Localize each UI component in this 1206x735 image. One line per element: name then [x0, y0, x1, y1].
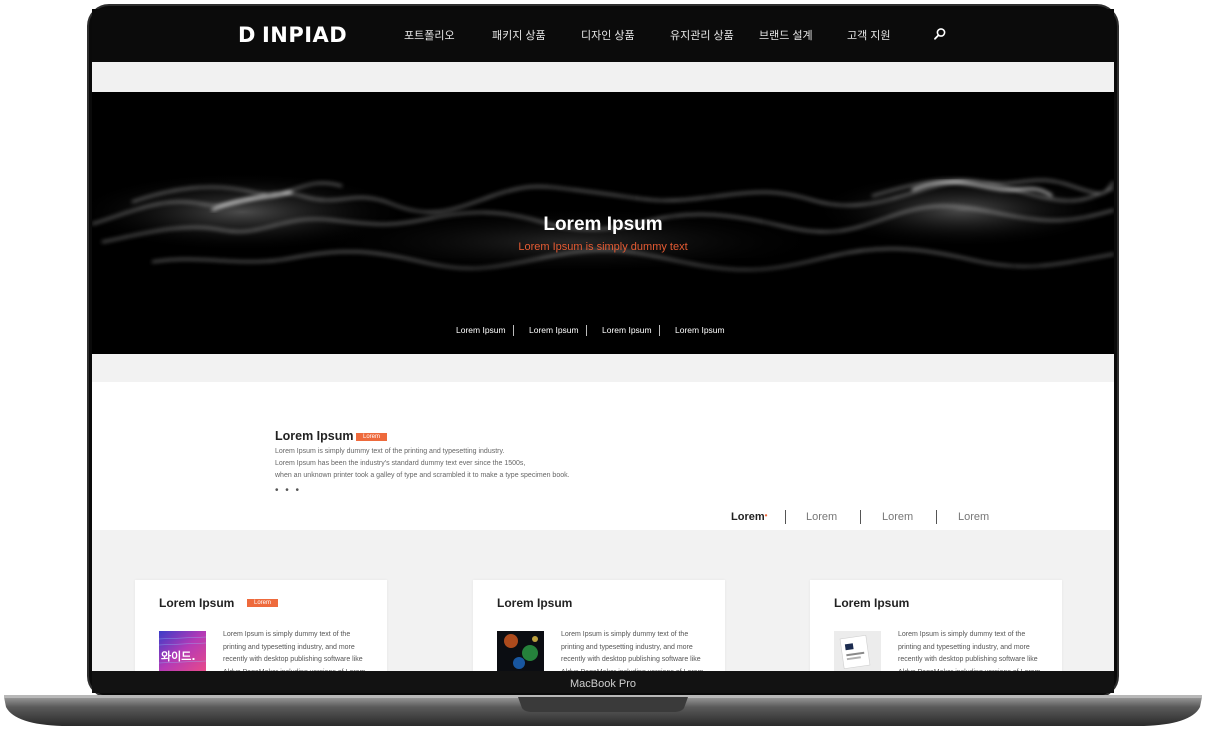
hero-banner: Lorem Ipsum Lorem Ipsum is simply dummy …	[92, 92, 1114, 354]
tab-label: Lorem	[731, 511, 765, 523]
hero-subtitle: Lorem Ipsum is simply dummy text	[518, 241, 688, 253]
nav-item-portfolio[interactable]: 포트폴리오	[404, 27, 455, 43]
nav-item-support[interactable]: 고객 지원	[847, 27, 891, 43]
cards-section: Lorem Ipsum Lorem 와이드. Lorem Ipsum is si…	[92, 530, 1114, 671]
card-thumbnail[interactable]	[497, 631, 544, 671]
tab-3[interactable]: Lorem	[882, 511, 913, 523]
intro-badge: Lorem	[356, 433, 388, 441]
card-thumbnail[interactable]: 와이드.	[159, 631, 206, 671]
intro-text-line: when an unknown printer took a galley of…	[275, 472, 570, 479]
top-nav-bar: D INPIAD 포트폴리오 패키지 상품 디자인 상품 유지관리 상품 브랜드 …	[92, 9, 1114, 62]
tab-divider	[785, 510, 786, 524]
card-description: Lorem Ipsum is simply dummy text of the …	[898, 631, 1040, 671]
spacer-band	[92, 62, 1114, 92]
hero-title: Lorem Ipsum	[543, 214, 663, 235]
nav-item-maintenance[interactable]: 유지관리 상품	[670, 27, 734, 43]
tab-divider	[936, 510, 937, 524]
hero-link-4[interactable]: Lorem Ipsum	[675, 325, 725, 335]
spacer-band	[92, 354, 1114, 382]
card-title: Lorem Ipsum	[159, 596, 235, 610]
hero-link-divider	[586, 325, 587, 336]
hero-link-1[interactable]: Lorem Ipsum	[456, 325, 506, 335]
thumbnail-image	[497, 631, 544, 671]
intro-text-line: Lorem Ipsum is simply dummy text of the …	[275, 448, 505, 455]
nav-item-package[interactable]: 패키지 상품	[492, 27, 546, 43]
hero-link-divider	[513, 325, 514, 336]
search-icon[interactable]	[933, 27, 947, 41]
device-label: MacBook Pro	[569, 678, 637, 690]
tab-4[interactable]: Lorem	[958, 511, 989, 523]
hero-link-2[interactable]: Lorem Ipsum	[529, 325, 579, 335]
browser-viewport: D INPIAD 포트폴리오 패키지 상품 디자인 상품 유지관리 상품 브랜드 …	[92, 9, 1114, 671]
thumbnail-text: 와이드.	[161, 649, 196, 663]
intro-text-line: Lorem Ipsum has been the industry's stan…	[275, 460, 526, 467]
brand-logo[interactable]: D INPIAD	[238, 23, 347, 47]
laptop-base	[4, 695, 1202, 726]
card-description: Lorem Ipsum is simply dummy text of the …	[561, 631, 703, 671]
product-card[interactable]: Lorem Ipsum Lorem Ipsum is simply dummy …	[810, 580, 1062, 671]
card-title: Lorem Ipsum	[497, 596, 573, 610]
card-description: Lorem Ipsum is simply dummy text of the …	[223, 631, 365, 671]
tab-divider	[860, 510, 861, 524]
card-title: Lorem Ipsum	[834, 596, 910, 610]
logo-mark-icon: D	[238, 23, 256, 47]
tab-2[interactable]: Lorem	[806, 511, 837, 523]
hero-link-divider	[659, 325, 660, 336]
active-dot-icon: •	[764, 511, 768, 520]
nav-item-design[interactable]: 디자인 상품	[581, 27, 635, 43]
tab-1[interactable]: Lorem•	[731, 511, 767, 523]
intro-title: Lorem Ipsum	[275, 429, 354, 443]
card-badge: Lorem	[247, 599, 279, 607]
hero-link-3[interactable]: Lorem Ipsum	[602, 325, 652, 335]
product-card[interactable]: Lorem Ipsum Lorem 와이드. Lorem Ipsum is si…	[135, 580, 387, 671]
more-dots-icon[interactable]: • • •	[275, 485, 301, 496]
card-thumbnail[interactable]	[834, 631, 881, 671]
logo-text: INPIAD	[261, 23, 348, 47]
product-card[interactable]: Lorem Ipsum Lorem Ipsum is simply dummy …	[473, 580, 725, 671]
intro-section: Lorem Ipsum Lorem Lorem Ipsum is simply …	[92, 382, 1114, 530]
thumbnail-image: 와이드.	[159, 631, 206, 671]
nav-item-brand[interactable]: 브랜드 설계	[759, 27, 813, 43]
thumbnail-image	[834, 631, 881, 671]
